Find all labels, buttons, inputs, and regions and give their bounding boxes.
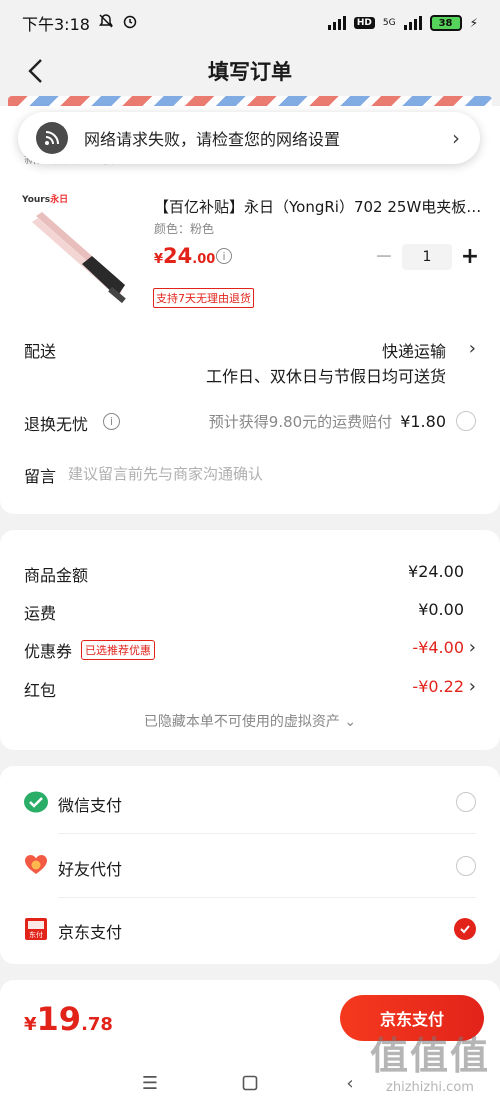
return-service-label: 退换无忧 <box>24 415 89 434</box>
network-error-toast[interactable]: 网络请求失败，请检查您的网络设置 › <box>18 112 480 164</box>
increase-button[interactable]: + <box>458 245 482 269</box>
divider <box>58 897 476 898</box>
watermark-logo: 值值值 <box>369 1034 490 1078</box>
memo-label: 留言 <box>24 467 57 486</box>
product-image[interactable]: Yours永日 <box>22 192 132 312</box>
divider <box>58 833 476 834</box>
shipping-value: ¥0.00 <box>418 600 464 619</box>
coupon-badge: 已选推荐优惠 <box>81 640 155 660</box>
goods-amount-label: 商品金额 <box>24 566 89 585</box>
brand-logo: Yours永日 <box>22 195 69 205</box>
hair-straightener-image <box>32 212 126 304</box>
hidden-assets-toggle[interactable]: 已隐藏本单不可使用的虚拟资产 ⌄ <box>0 711 500 731</box>
red-packet-label: 红包 <box>24 681 57 700</box>
page-title: 填写订单 <box>208 60 292 84</box>
wechat-pay-label[interactable]: 微信支付 <box>58 792 122 816</box>
price-info-icon[interactable]: i <box>216 248 232 264</box>
friend-pay-radio[interactable] <box>456 856 476 876</box>
watermark-text: zhizhizhi.com <box>386 1080 474 1095</box>
delivery-method[interactable]: 快递运输 <box>382 338 446 362</box>
alarm-icon <box>122 13 138 33</box>
chevron-down-icon: ⌄ <box>344 714 357 730</box>
wechat-pay-icon <box>24 790 48 814</box>
friend-pay-icon <box>24 853 48 877</box>
chevron-right-icon: › <box>452 126 460 150</box>
hd-badge: HD <box>353 17 375 29</box>
wechat-pay-radio[interactable] <box>456 792 476 812</box>
product-title[interactable]: 【百亿补贴】永日（YongRi）702 25W电夹板直发器 粉色 <box>154 196 484 217</box>
quantity-input[interactable]: 1 <box>402 244 452 270</box>
red-packet-chevron-icon[interactable]: › <box>469 676 476 697</box>
network-type: 5G <box>382 18 396 28</box>
status-bar: 下午3:18 HD 5G 38 ⚡ <box>0 0 500 46</box>
home-icon[interactable] <box>235 1068 265 1098</box>
return-service-info-icon[interactable]: i <box>103 413 120 430</box>
return-policy-badge: 支持7天无理由退货 <box>153 288 254 308</box>
header: 填写订单 <box>0 46 500 96</box>
signal-5g-icon <box>403 16 422 30</box>
jd-pay-icon: 东付 <box>24 917 48 941</box>
svg-text:东付: 东付 <box>29 930 43 939</box>
delivery-note: 工作日、双休日与节假日均可送货 <box>205 367 446 386</box>
coupon-chevron-icon[interactable]: › <box>469 637 476 658</box>
order-total: ¥19.78 <box>24 1000 113 1038</box>
jd-pay-label[interactable]: 京东支付 <box>58 919 122 943</box>
wifi-signal-icon <box>36 122 68 154</box>
quantity-stepper: − 1 + <box>372 244 484 270</box>
chevron-left-icon <box>28 59 42 83</box>
decrease-button[interactable]: − <box>372 245 396 269</box>
coupon-label: 优惠券 <box>24 642 73 661</box>
checkmark-icon <box>460 925 470 934</box>
product-price: ¥24.00 <box>154 244 216 268</box>
menu-icon[interactable]: ☰ <box>135 1068 165 1098</box>
battery-icon: 38 <box>429 15 462 31</box>
goods-amount-value: ¥24.00 <box>408 562 464 581</box>
watermark: 值值值 zhizhizhi.com <box>370 1025 490 1095</box>
delivery-label: 配送 <box>24 342 57 361</box>
delivery-chevron-icon[interactable]: › <box>469 338 476 359</box>
return-service-radio[interactable] <box>456 411 476 431</box>
mute-icon <box>98 13 114 33</box>
red-packet-value[interactable]: -¥0.22 <box>412 677 464 696</box>
status-time: 下午3:18 <box>22 15 90 34</box>
charging-icon: ⚡ <box>469 16 478 30</box>
signal-icon <box>327 16 346 30</box>
coupon-value[interactable]: -¥4.00 <box>412 638 464 657</box>
product-spec: 颜色：粉色 <box>154 222 215 236</box>
toast-message: 网络请求失败，请检查您的网络设置 <box>84 130 341 149</box>
memo-input[interactable]: 建议留言前先与商家沟通确认 <box>68 463 263 484</box>
jd-pay-radio-checked[interactable] <box>454 918 476 940</box>
airmail-border <box>8 96 492 106</box>
back-button[interactable] <box>18 54 52 88</box>
shipping-label: 运费 <box>24 604 57 623</box>
back-nav-icon[interactable]: ‹ <box>335 1068 365 1098</box>
friend-pay-label[interactable]: 好友代付 <box>58 856 122 880</box>
return-service-desc: 预计获得9.80元的运费赔付 ¥1.80 <box>208 412 446 431</box>
